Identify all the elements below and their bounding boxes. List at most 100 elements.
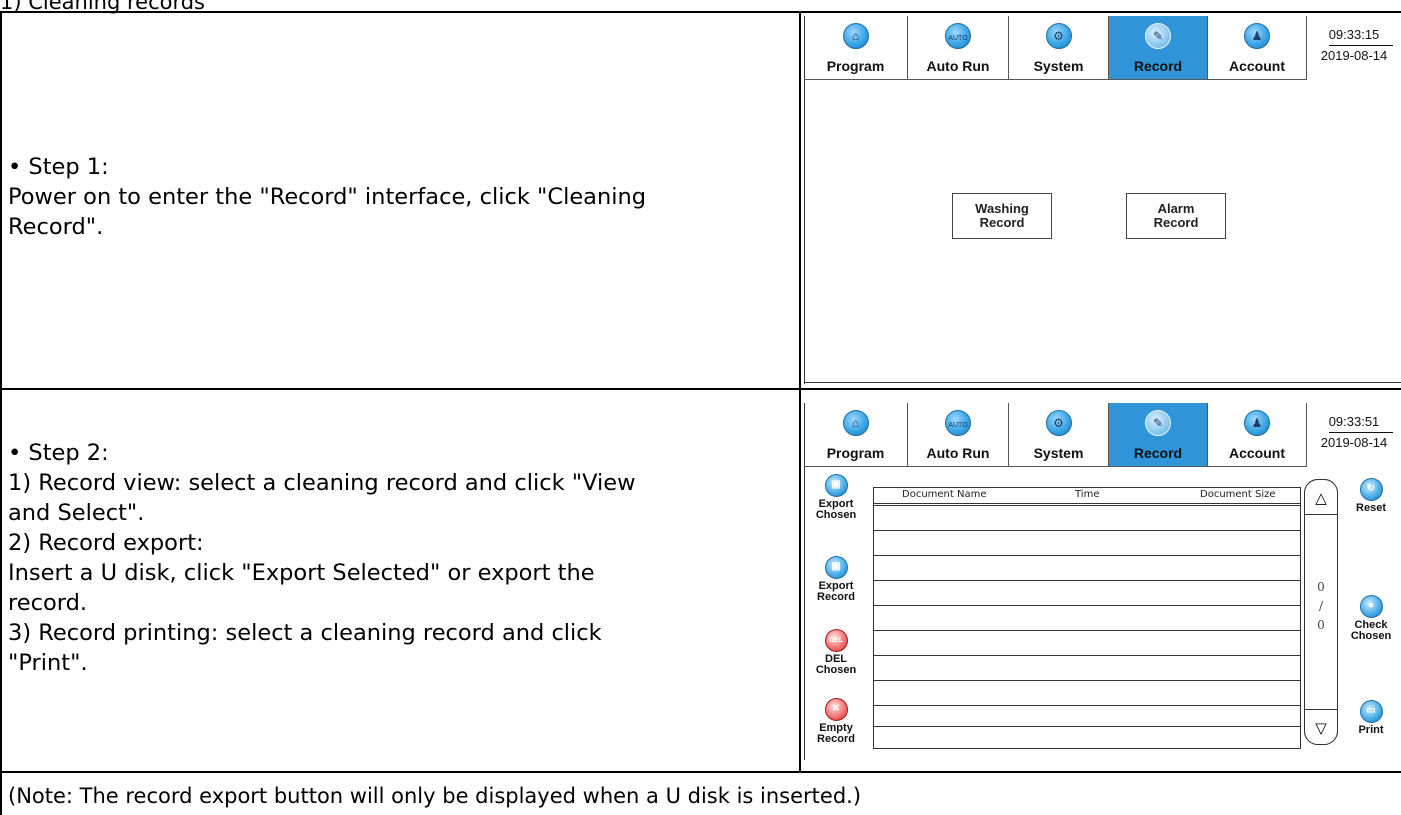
button-label: Alarm Record	[1153, 201, 1199, 230]
tab-auto-run[interactable]: AUTO Auto Run	[908, 403, 1009, 467]
reset-button[interactable]: ↻ Reset	[1341, 478, 1401, 514]
export-record-button[interactable]: ▣ Export Record	[806, 556, 866, 603]
step2-title: • Step 2:	[8, 440, 109, 466]
table-row[interactable]	[874, 726, 1300, 727]
pencil-icon: ✎	[1145, 410, 1171, 436]
table-row[interactable]	[874, 680, 1300, 681]
table-row[interactable]	[874, 605, 1300, 606]
clock-time: 09:33:15	[1328, 27, 1380, 42]
page-separator: /	[1318, 599, 1324, 613]
note-text: (Note: The record export button will onl…	[8, 784, 862, 808]
tab-label: Account	[1229, 58, 1285, 74]
home-icon: ⌂	[842, 410, 869, 436]
screen-border	[804, 382, 1401, 383]
tab-program[interactable]: ⌂ Program	[804, 403, 908, 467]
export-chosen-button[interactable]: ▣ Export Chosen	[806, 474, 866, 521]
step2-text: • Step 2: 1) Record view: select a clean…	[8, 438, 636, 678]
check-chosen-button[interactable]: ● Check Chosen	[1341, 595, 1401, 642]
button-label: Reset	[1356, 502, 1386, 514]
step1-text: • Step 1: Power on to enter the "Record"…	[8, 152, 646, 242]
table-row[interactable]	[874, 630, 1300, 631]
table-row[interactable]	[874, 555, 1300, 556]
page-current: 0	[1317, 580, 1325, 594]
auto-icon: AUTO	[945, 410, 971, 436]
button-label: Export Chosen	[815, 498, 857, 521]
clock-divider	[1329, 45, 1393, 46]
step2-line: 3) Record printing: select a cleaning re…	[8, 620, 602, 646]
tab-record[interactable]: ✎ Record	[1109, 16, 1208, 80]
empty-record-button[interactable]: ✕ Empty Record	[806, 698, 866, 745]
step1-title: • Step 1:	[8, 154, 109, 180]
alarm-record-button[interactable]: Alarm Record	[1126, 193, 1226, 239]
scroll-up-button[interactable]: △	[1304, 479, 1338, 515]
print-button[interactable]: ▭ Print	[1341, 700, 1401, 736]
tab-system[interactable]: ⚙ System	[1009, 16, 1109, 80]
page-scroller: △ 0 / 0 ▽	[1304, 479, 1338, 745]
table-row[interactable]	[874, 705, 1300, 706]
step2-line: Insert a U disk, click "Export Selected"…	[8, 560, 595, 586]
tab-account[interactable]: ♟ Account	[1208, 403, 1307, 467]
check-icon: ●	[1359, 595, 1383, 618]
table-row[interactable]	[874, 505, 1300, 506]
disk-icon: ▣	[824, 474, 848, 497]
home-icon: ⌂	[842, 23, 869, 49]
tab-label: Program	[826, 445, 885, 461]
delete-chosen-button[interactable]: DEL DEL Chosen	[806, 629, 866, 676]
tab-label: System	[1033, 445, 1084, 461]
scroll-down-button[interactable]: ▽	[1304, 709, 1338, 745]
step2-line: 2) Record export:	[8, 530, 204, 556]
record-menu-screenshot: ⌂ Program AUTO Auto Run ⚙ System ✎ Recor…	[804, 16, 1401, 384]
pencil-icon: ✎	[1145, 23, 1171, 49]
step2-line: and Select".	[8, 500, 145, 526]
button-label: Empty Record	[817, 722, 855, 745]
clock: 09:33:51 2019-08-14	[1307, 403, 1401, 467]
step1-line: Power on to enter the "Record" interface…	[8, 184, 647, 210]
reset-icon: ↻	[1359, 478, 1383, 501]
gear-icon: ⚙	[1045, 410, 1072, 436]
clock-date: 2019-08-14	[1320, 48, 1388, 63]
tab-label: System	[1033, 58, 1084, 74]
button-label: Print	[1358, 724, 1384, 736]
table-row-divider	[0, 771, 1401, 773]
tab-system[interactable]: ⚙ System	[1009, 403, 1109, 467]
column-header: Document Name	[902, 489, 987, 500]
clear-icon: ✕	[824, 698, 848, 721]
button-label: Washing Record	[975, 201, 1029, 230]
washing-record-button[interactable]: Washing Record	[952, 193, 1052, 239]
step1-line: Record".	[8, 214, 104, 240]
gear-icon: ⚙	[1045, 23, 1072, 49]
user-icon: ♟	[1244, 410, 1270, 436]
table-border-top	[0, 11, 1401, 13]
tab-bar: ⌂ Program AUTO Auto Run ⚙ System ✎ Recor…	[804, 16, 1401, 80]
clock: 09:33:15 2019-08-14	[1307, 16, 1401, 80]
tab-label: Record	[1133, 445, 1183, 461]
table-row[interactable]	[874, 530, 1300, 531]
clock-date: 2019-08-14	[1320, 435, 1388, 450]
tab-label: Record	[1133, 58, 1183, 74]
disk-icon: ▣	[824, 556, 848, 579]
clock-divider	[1329, 432, 1393, 433]
tab-record[interactable]: ✎ Record	[1109, 403, 1208, 467]
column-header: Document Size	[1200, 489, 1276, 500]
step2-line: record.	[8, 590, 88, 616]
table-header: Document Name Time Document Size	[874, 488, 1300, 504]
table-row[interactable]	[874, 580, 1300, 581]
tab-bar: ⌂ Program AUTO Auto Run ⚙ System ✎ Recor…	[804, 403, 1401, 467]
print-icon: ▭	[1359, 700, 1383, 723]
user-icon: ♟	[1244, 23, 1270, 49]
tab-label: Account	[1229, 445, 1285, 461]
tab-label: Auto Run	[926, 58, 990, 74]
table-border-left	[0, 11, 2, 815]
tab-program[interactable]: ⌂ Program	[804, 16, 908, 80]
record-table: Document Name Time Document Size	[873, 487, 1301, 749]
tab-auto-run[interactable]: AUTO Auto Run	[908, 16, 1009, 80]
button-label: Export Record	[817, 580, 855, 603]
table-column-divider	[799, 11, 801, 773]
step2-line: 1) Record view: select a cleaning record…	[8, 470, 636, 496]
tab-label: Program	[826, 58, 885, 74]
page-total: 0	[1317, 618, 1325, 632]
button-label: DEL Chosen	[815, 653, 857, 676]
delete-icon: DEL	[824, 629, 848, 652]
table-row[interactable]	[874, 655, 1300, 656]
tab-account[interactable]: ♟ Account	[1208, 16, 1307, 80]
